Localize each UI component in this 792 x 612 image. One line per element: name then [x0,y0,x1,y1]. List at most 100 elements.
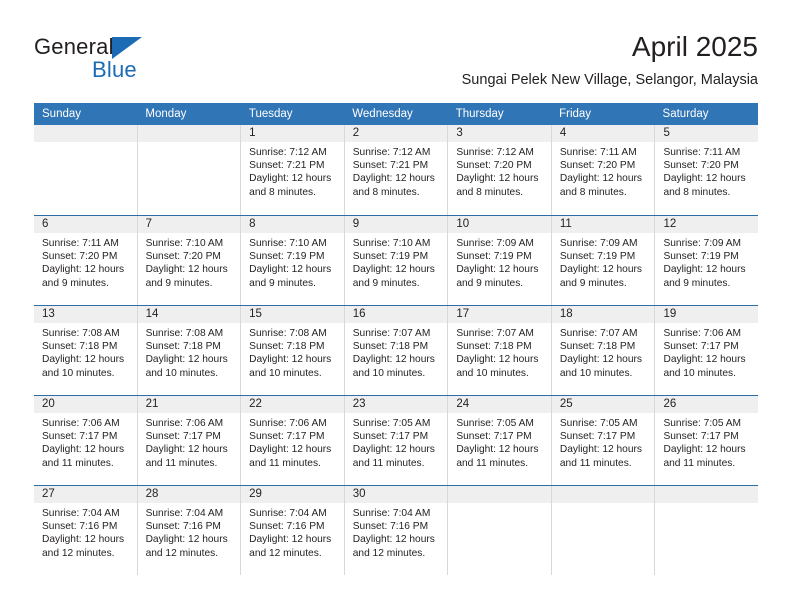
calendar-day-details: Sunrise: 7:09 AM Sunset: 7:19 PM Daylight:… [655,233,758,290]
calendar-day-number: 20 [34,396,137,413]
calendar-day-cell[interactable]: 2 Sunrise: 7:12 AM Sunset: 7:21 PM Daylight… [344,125,449,215]
calendar-day-number: 23 [344,396,448,413]
daylight-text: Daylight: 12 hours and 10 minutes. [42,354,125,379]
sunrise-text: Sunrise: 7:07 AM [456,328,534,339]
daylight-text: Daylight: 12 hours and 11 minutes. [352,444,435,469]
calendar-day-cell[interactable]: 13 Sunrise: 7:08 AM Sunset: 7:18 PM Dayligh… [34,306,138,395]
calendar-day-cell[interactable]: 28 Sunrise: 7:04 AM Sunset: 7:16 PM Dayligh… [137,486,242,575]
calendar-day-cell[interactable]: 4 Sunrise: 7:11 AM Sunset: 7:20 PM Daylight… [551,125,656,215]
calendar-day-details: Sunrise: 7:04 AM Sunset: 7:16 PM Daylight:… [34,503,137,560]
sunrise-text: Sunrise: 7:08 AM [42,328,120,339]
calendar-day-number: 13 [34,306,137,323]
calendar-day-cell[interactable]: 25 Sunrise: 7:05 AM Sunset: 7:17 PM Dayligh… [551,396,656,485]
weekday-header-sunday: Sunday [42,108,82,120]
calendar-day-cell[interactable]: 5 Sunrise: 7:11 AM Sunset: 7:20 PM Daylight… [655,125,759,215]
calendar-day-cell[interactable]: 7 Sunrise: 7:10 AM Sunset: 7:20 PM Daylight… [137,216,242,305]
calendar-day-number: 11 [551,216,655,233]
calendar-day-details: Sunrise: 7:05 AM Sunset: 7:17 PM Daylight:… [655,413,758,470]
calendar-day-details: Sunrise: 7:07 AM Sunset: 7:18 PM Daylight:… [345,323,448,380]
sunrise-text: Sunrise: 7:04 AM [249,508,327,519]
calendar-day-details: Sunrise: 7:11 AM Sunset: 7:20 PM Daylight:… [34,233,137,290]
calendar-week-row: 6 Sunrise: 7:11 AM Sunset: 7:20 PM Daylight… [34,215,759,305]
calendar-day-cell[interactable]: 20 Sunrise: 7:06 AM Sunset: 7:17 PM Dayligh… [34,396,138,485]
daylight-text: Daylight: 12 hours and 9 minutes. [352,264,435,289]
daylight-text: Daylight: 12 hours and 8 minutes. [352,173,435,198]
sunrise-text: Sunrise: 7:09 AM [559,238,638,249]
calendar-day-number: 12 [655,216,759,233]
sunset-text: Sunset: 7:21 PM [352,160,429,172]
calendar-week-row: 27 Sunrise: 7:04 AM Sunset: 7:16 PM Dayligh… [34,485,759,575]
calendar-day-details: Sunrise: 7:12 AM Sunset: 7:20 PM Daylight:… [448,142,551,199]
calendar-day-cell[interactable]: 1 Sunrise: 7:12 AM Sunset: 7:21 PM Daylight… [241,125,345,215]
sunrise-text: Sunrise: 7:04 AM [352,508,431,519]
calendar-day-number: 14 [137,306,241,323]
sunset-text: Sunset: 7:17 PM [42,431,118,443]
daylight-text: Daylight: 12 hours and 11 minutes. [42,444,125,469]
calendar-day-details: Sunrise: 7:08 AM Sunset: 7:18 PM Daylight:… [138,323,241,380]
calendar-day-number: 28 [137,486,241,503]
sunset-text: Sunset: 7:20 PM [663,160,739,172]
calendar-day-cell[interactable]: 9 Sunrise: 7:10 AM Sunset: 7:19 PM Daylight… [344,216,449,305]
daylight-text: Daylight: 12 hours and 8 minutes. [559,173,643,198]
calendar-day-details: Sunrise: 7:04 AM Sunset: 7:16 PM Daylight:… [138,503,241,560]
calendar-day-cell-empty [551,486,656,575]
calendar-day-cell[interactable]: 22 Sunrise: 7:06 AM Sunset: 7:17 PM Dayligh… [241,396,345,485]
daylight-text: Daylight: 12 hours and 8 minutes. [663,173,746,198]
daylight-text: Daylight: 12 hours and 10 minutes. [249,354,332,379]
calendar-day-cell[interactable]: 29 Sunrise: 7:04 AM Sunset: 7:16 PM Dayligh… [241,486,345,575]
calendar-day-cell[interactable]: 12 Sunrise: 7:09 AM Sunset: 7:19 PM Dayligh… [655,216,759,305]
calendar-day-cell[interactable]: 30 Sunrise: 7:04 AM Sunset: 7:16 PM Dayligh… [344,486,449,575]
triangle-icon [112,37,142,59]
calendar-day-cell[interactable]: 23 Sunrise: 7:05 AM Sunset: 7:17 PM Dayligh… [344,396,449,485]
calendar-day-cell[interactable]: 17 Sunrise: 7:07 AM Sunset: 7:18 PM Dayligh… [448,306,552,395]
calendar-day-cell[interactable]: 26 Sunrise: 7:05 AM Sunset: 7:17 PM Dayligh… [655,396,759,485]
weekday-header-row: Sunday Monday Tuesday Wednesday Thursday… [34,103,758,125]
page-subtitle: Sungai Pelek New Village, Selangor, Mala… [461,72,758,88]
calendar-day-details: Sunrise: 7:04 AM Sunset: 7:16 PM Daylight:… [345,503,448,560]
calendar-day-cell-empty [34,125,138,215]
calendar-day-details: Sunrise: 7:05 AM Sunset: 7:17 PM Daylight:… [552,413,655,470]
calendar-day-cell[interactable]: 14 Sunrise: 7:08 AM Sunset: 7:18 PM Dayligh… [137,306,242,395]
daylight-text: Daylight: 12 hours and 11 minutes. [559,444,643,469]
daylight-text: Daylight: 12 hours and 8 minutes. [456,173,539,198]
calendar-day-cell[interactable]: 18 Sunrise: 7:07 AM Sunset: 7:18 PM Dayligh… [551,306,656,395]
sunset-text: Sunset: 7:18 PM [352,341,429,353]
calendar-day-number [655,486,759,503]
calendar-day-number: 15 [241,306,344,323]
calendar-day-number [551,486,655,503]
calendar-day-cell[interactable]: 6 Sunrise: 7:11 AM Sunset: 7:20 PM Daylight… [34,216,138,305]
sunset-text: Sunset: 7:17 PM [663,341,739,353]
calendar-day-cell[interactable]: 11 Sunrise: 7:09 AM Sunset: 7:19 PM Dayligh… [551,216,656,305]
calendar-day-details: Sunrise: 7:07 AM Sunset: 7:18 PM Daylight:… [552,323,655,380]
sunset-text: Sunset: 7:17 PM [352,431,429,443]
calendar-day-cell[interactable]: 3 Sunrise: 7:12 AM Sunset: 7:20 PM Daylight… [448,125,552,215]
calendar-day-details: Sunrise: 7:09 AM Sunset: 7:19 PM Daylight:… [448,233,551,290]
calendar-week-row: 13 Sunrise: 7:08 AM Sunset: 7:18 PM Dayligh… [34,305,759,395]
brand-logo[interactable]: General Blue [34,34,214,84]
calendar-day-number: 17 [448,306,551,323]
sunrise-text: Sunrise: 7:11 AM [42,238,119,249]
sunset-text: Sunset: 7:16 PM [249,521,325,533]
calendar-day-number: 9 [344,216,448,233]
sunrise-text: Sunrise: 7:10 AM [352,238,431,249]
sunrise-text: Sunrise: 7:05 AM [663,418,742,429]
calendar-day-cell[interactable]: 8 Sunrise: 7:10 AM Sunset: 7:19 PM Daylight… [241,216,345,305]
calendar-day-cell[interactable]: 21 Sunrise: 7:06 AM Sunset: 7:17 PM Dayligh… [137,396,242,485]
weekday-header-tuesday: Tuesday [248,108,293,120]
calendar-day-cell[interactable]: 15 Sunrise: 7:08 AM Sunset: 7:18 PM Dayligh… [241,306,345,395]
calendar-day-details: Sunrise: 7:08 AM Sunset: 7:18 PM Daylight:… [34,323,137,380]
calendar-week-row: 20 Sunrise: 7:06 AM Sunset: 7:17 PM Dayligh… [34,395,759,485]
calendar-day-number: 25 [551,396,655,413]
sunset-text: Sunset: 7:20 PM [145,251,221,263]
daylight-text: Daylight: 12 hours and 9 minutes. [145,264,228,289]
calendar-day-cell[interactable]: 24 Sunrise: 7:05 AM Sunset: 7:17 PM Dayligh… [448,396,552,485]
daylight-text: Daylight: 12 hours and 12 minutes. [249,534,332,559]
calendar-grid: Sunday Monday Tuesday Wednesday Thursday… [34,103,759,575]
sunset-text: Sunset: 7:18 PM [249,341,325,353]
sunset-text: Sunset: 7:16 PM [145,521,221,533]
calendar-day-cell[interactable]: 10 Sunrise: 7:09 AM Sunset: 7:19 PM Dayligh… [448,216,552,305]
calendar-day-cell[interactable]: 16 Sunrise: 7:07 AM Sunset: 7:18 PM Dayligh… [344,306,449,395]
calendar-day-cell[interactable]: 19 Sunrise: 7:06 AM Sunset: 7:17 PM Dayligh… [655,306,759,395]
sunset-text: Sunset: 7:21 PM [249,160,325,172]
calendar-day-cell[interactable]: 27 Sunrise: 7:04 AM Sunset: 7:16 PM Dayligh… [34,486,138,575]
